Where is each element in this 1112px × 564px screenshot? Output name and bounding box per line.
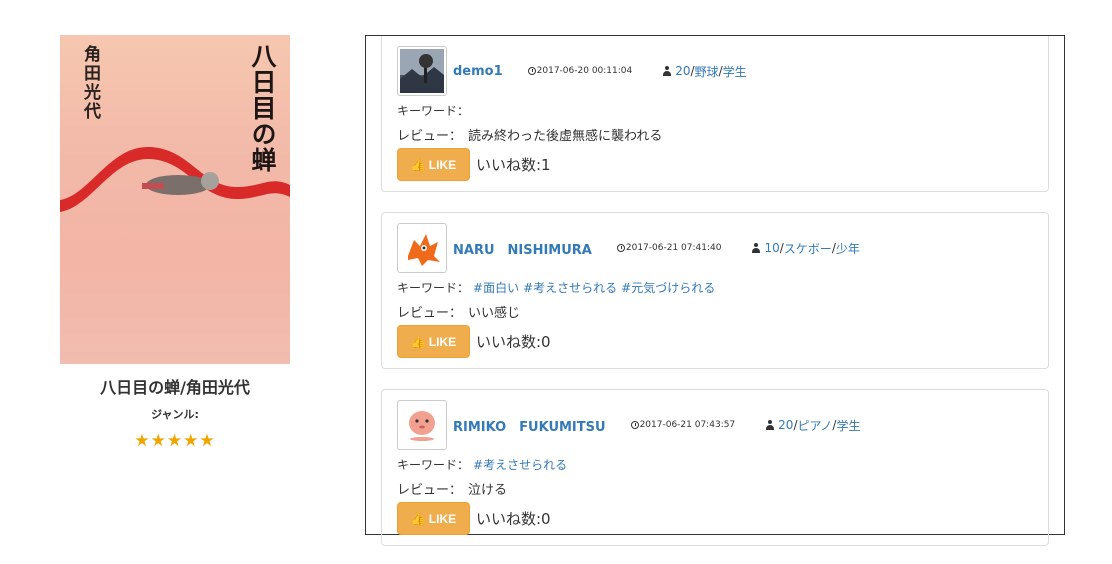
star-rating: ★★★★★ <box>134 431 216 451</box>
reviews-frame: demo1 2017-06-20 00:11:04 20/野球 / 学生 キーワード… <box>365 35 1065 546</box>
review-card: NARU NISHIMURA 2017-06-21 07:41:40 10/スケ… <box>381 212 1049 369</box>
like-button[interactable]: 👍 LIKE <box>397 148 470 181</box>
review-label: レビュー： <box>397 129 463 144</box>
like-label: LIKE <box>428 157 457 172</box>
age-link[interactable]: 20 <box>778 418 793 432</box>
orange-dragon-avatar-icon <box>400 226 444 270</box>
book-panel: 角田光代 八日目の蝉 八日目の蝉/角田光代 ジャンル: ★★★★★ <box>60 35 290 451</box>
keyword-tag[interactable]: #面白い <box>473 281 519 295</box>
thumbs-up-icon: 👍 <box>410 157 426 172</box>
timestamp-text: 2017-06-21 07:41:40 <box>625 243 722 253</box>
keyword-row: キーワード： #考えさせられる <box>397 456 1033 473</box>
user-name-link[interactable]: NARU NISHIMURA <box>453 239 592 258</box>
user-avatar[interactable] <box>397 46 447 96</box>
age-link[interactable]: 10 <box>764 241 779 255</box>
occupation-link[interactable]: 学生 <box>836 417 860 434</box>
keyword-label: キーワード： <box>397 458 470 472</box>
user-avatar[interactable] <box>397 400 447 450</box>
user-name-link[interactable]: RIMIKO FUKUMITSU <box>453 416 606 435</box>
age-link[interactable]: 20 <box>675 64 690 78</box>
review-text: 読み終わった後虚無感に襲われる <box>468 129 663 144</box>
user-icon <box>662 66 672 76</box>
book-title: 八日目の蝉/角田光代 <box>100 378 250 397</box>
mountain-tree-avatar-icon <box>400 49 444 93</box>
like-label: LIKE <box>428 511 457 526</box>
keyword-label: キーワード： <box>397 281 470 295</box>
review-text: 泣ける <box>468 483 508 498</box>
keyword-tag[interactable]: #元気づけられる <box>621 281 715 295</box>
genre-label: ジャンル: <box>151 408 199 421</box>
keyword-tag[interactable]: #考えさせられる <box>473 458 567 472</box>
keyword-tag[interactable]: #考えさせられる <box>523 281 617 295</box>
book-cover-image[interactable]: 角田光代 八日目の蝉 <box>60 35 290 364</box>
review-label: レビュー： <box>397 483 463 498</box>
thumbs-up-icon: 👍 <box>410 334 426 349</box>
hobby-link[interactable]: ピアノ <box>797 417 832 434</box>
occupation-link[interactable]: 少年 <box>836 240 860 257</box>
review-row: レビュー： 読み終わった後虚無感に襲われる <box>397 125 1033 144</box>
timestamp: 2017-06-20 00:11:04 <box>527 66 633 76</box>
clock-icon <box>616 244 625 252</box>
timestamp: 2017-06-21 07:41:40 <box>616 243 722 253</box>
keyword-row: キーワード： #面白い #考えさせられる #元気づけられる <box>397 279 1033 296</box>
review-text: いい感じ <box>468 306 521 321</box>
review-label: レビュー： <box>397 306 463 321</box>
user-profile: 10/スケボー / 少年 <box>751 240 860 257</box>
timestamp-text: 2017-06-21 07:43:57 <box>639 420 736 430</box>
clock-icon <box>527 67 536 75</box>
keyword-label: キーワード： <box>397 104 470 118</box>
clock-icon <box>630 421 639 429</box>
user-profile: 20/野球 / 学生 <box>662 63 747 80</box>
like-button[interactable]: 👍 LIKE <box>397 502 470 535</box>
thumbs-up-icon: 👍 <box>410 511 426 526</box>
review-card: demo1 2017-06-20 00:11:04 20/野球 / 学生 キーワード… <box>381 36 1049 192</box>
cover-author: 角田光代 <box>80 45 100 121</box>
user-avatar[interactable] <box>397 223 447 273</box>
like-count: いいね数:1 <box>476 156 551 174</box>
pink-creature-avatar-icon <box>400 403 444 447</box>
user-icon <box>765 420 775 430</box>
like-button[interactable]: 👍 LIKE <box>397 325 470 358</box>
user-profile: 20/ピアノ / 学生 <box>765 417 860 434</box>
like-count: いいね数:0 <box>476 333 551 351</box>
like-label: LIKE <box>428 334 457 349</box>
user-icon <box>751 243 761 253</box>
hobby-link[interactable]: スケボー <box>784 240 832 257</box>
like-count: いいね数:0 <box>476 510 551 528</box>
timestamp: 2017-06-21 07:43:57 <box>630 420 736 430</box>
cover-title: 八日目の蝉 <box>248 43 277 173</box>
timestamp-text: 2017-06-20 00:11:04 <box>536 66 633 76</box>
keyword-row: キーワード： <box>397 102 1033 119</box>
review-row: レビュー： 泣ける <box>397 479 1033 498</box>
user-name-link[interactable]: demo1 <box>453 64 503 79</box>
occupation-link[interactable]: 学生 <box>723 63 747 80</box>
review-row: レビュー： いい感じ <box>397 302 1033 321</box>
review-card: RIMIKO FUKUMITSU 2017-06-21 07:43:57 20/… <box>381 389 1049 546</box>
hobby-link[interactable]: 野球 <box>695 63 719 80</box>
